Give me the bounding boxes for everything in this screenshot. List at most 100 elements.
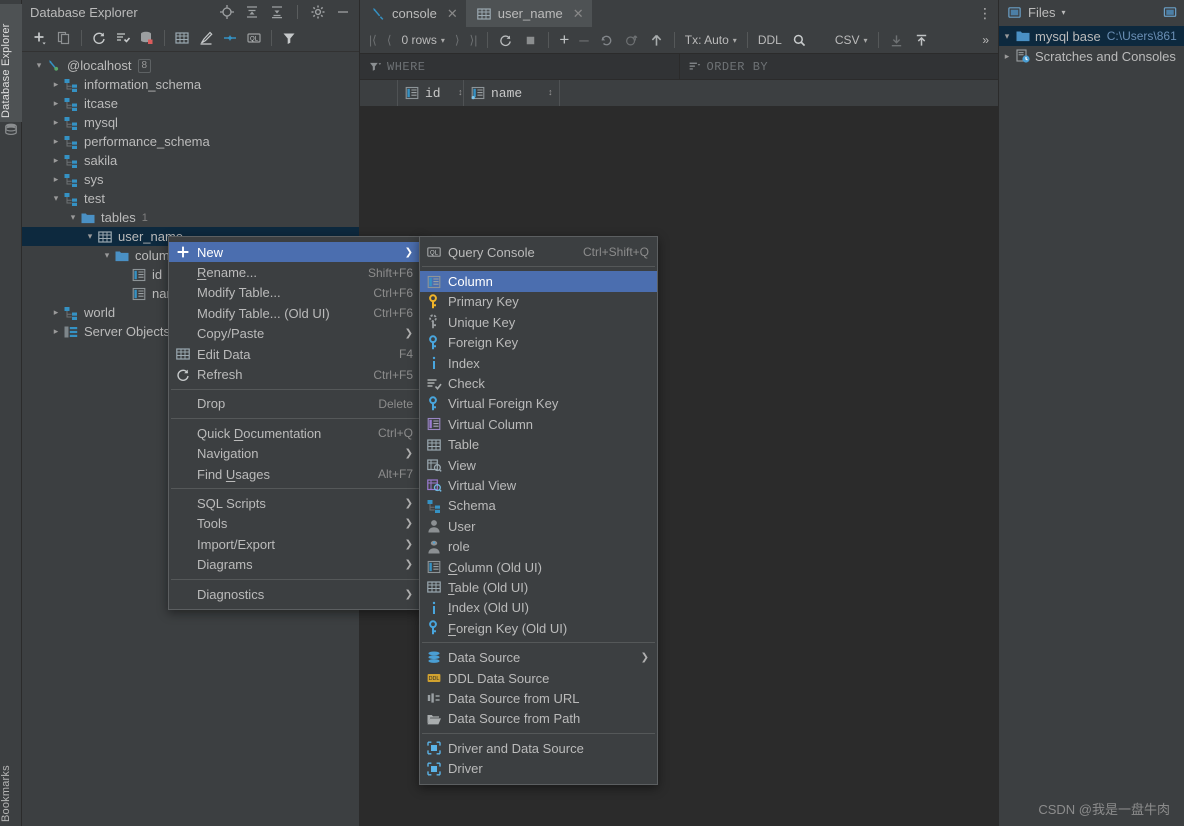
order-by-input[interactable]: ORDER BY xyxy=(680,54,999,79)
menu-item-virtual-column[interactable]: Virtual Column xyxy=(420,414,657,434)
chevron-right-icon[interactable]: ▸ xyxy=(49,303,63,322)
menu-item-user[interactable]: User xyxy=(420,516,657,536)
chevron-right-icon[interactable]: ▸ xyxy=(49,75,63,94)
chevron-down-icon[interactable]: ▾ xyxy=(83,227,97,246)
menu-item-check[interactable]: Check xyxy=(420,373,657,393)
menu-item-driver[interactable]: Driver xyxy=(420,758,657,778)
add-icon[interactable] xyxy=(28,27,52,49)
grid-column-header-id[interactable]: id ↕ xyxy=(398,80,464,106)
run-sql-icon[interactable] xyxy=(111,27,135,49)
prev-page-button[interactable]: ⟨ xyxy=(382,29,397,51)
tool-window-button-database-explorer[interactable]: Database Explorer xyxy=(0,4,22,122)
menu-item-modify-table-[interactable]: Modify Table... Ctrl+F6 xyxy=(169,283,421,303)
menu-item-import-export[interactable]: Import/Export ❯ xyxy=(169,534,421,554)
sync-icon[interactable] xyxy=(218,27,242,49)
editor-tab-console[interactable]: console ✕ xyxy=(360,0,466,27)
row-count-dropdown[interactable]: 0 rows ▾ xyxy=(397,29,450,51)
tree-node-test[interactable]: ▾ test xyxy=(22,189,359,208)
editor-tab-user_name[interactable]: user_name ✕ xyxy=(465,0,592,27)
export-format-dropdown[interactable]: CSV ▾ xyxy=(830,29,873,51)
sort-indicator-icon[interactable]: ↕ xyxy=(446,88,463,98)
tree-node-mysql[interactable]: ▸ mysql xyxy=(22,113,359,132)
chevron-right-icon[interactable]: ▸ xyxy=(49,132,63,151)
query-console-icon[interactable]: QL xyxy=(242,27,266,49)
minimize-icon[interactable] xyxy=(335,4,351,20)
chevron-down-icon[interactable]: ▾ xyxy=(1061,8,1065,17)
close-icon[interactable]: ✕ xyxy=(447,6,458,22)
close-icon[interactable]: ✕ xyxy=(573,6,584,22)
menu-item-navigation[interactable]: Navigation ❯ xyxy=(169,444,421,464)
tool-window-button-bookmarks[interactable]: Bookmarks xyxy=(0,736,22,822)
database-stop-icon[interactable] xyxy=(135,27,159,49)
menu-item-quick-documentation[interactable]: Quick Documentation Ctrl+Q xyxy=(169,423,421,443)
tree-node--localhost[interactable]: ▾ @localhost 8 xyxy=(22,56,359,75)
menu-item-role[interactable]: role xyxy=(420,536,657,556)
menu-item-rename-[interactable]: Rename... Shift+F6 xyxy=(169,262,421,282)
window-icon[interactable] xyxy=(1163,5,1178,20)
where-filter-input[interactable]: WHERE xyxy=(360,54,680,79)
menu-item-unique-key[interactable]: Unique Key xyxy=(420,312,657,332)
menu-item-index-old-ui-[interactable]: Index (Old UI) xyxy=(420,598,657,618)
collapse-all-icon[interactable] xyxy=(269,4,285,20)
delete-row-button[interactable]: – xyxy=(574,29,593,51)
menu-item-column[interactable]: Column xyxy=(420,271,657,292)
sort-icon[interactable] xyxy=(688,60,701,73)
submit-icon[interactable] xyxy=(644,29,669,51)
menu-item-column-old-ui-[interactable]: Column (Old UI) xyxy=(420,557,657,577)
chevron-right-icon[interactable]: ▸ xyxy=(49,322,63,341)
menu-item-data-source[interactable]: Data Source ❯ xyxy=(420,647,657,667)
add-row-button[interactable]: + xyxy=(554,29,574,51)
chevron-right-icon[interactable]: ▸ xyxy=(49,170,63,189)
table-icon[interactable] xyxy=(170,27,194,49)
tree-node-sakila[interactable]: ▸ sakila xyxy=(22,151,359,170)
chevron-down-icon[interactable]: ▾ xyxy=(999,31,1015,42)
chevron-down-icon[interactable]: ▾ xyxy=(100,246,114,265)
files-tree-node-scratches-and-consoles[interactable]: ▸ Scratches and Consoles xyxy=(999,46,1184,66)
menu-item-table[interactable]: Table xyxy=(420,435,657,455)
tree-node-itcase[interactable]: ▸ itcase xyxy=(22,94,359,113)
last-page-button[interactable]: ⟩| xyxy=(465,29,483,51)
refresh-icon[interactable] xyxy=(87,27,111,49)
export-icon[interactable] xyxy=(884,29,909,51)
menu-item-foreign-key-old-ui-[interactable]: Foreign Key (Old UI) xyxy=(420,618,657,638)
menu-item-copy-paste[interactable]: Copy/Paste ❯ xyxy=(169,324,421,344)
menu-item-tools[interactable]: Tools ❯ xyxy=(169,514,421,534)
menu-item-virtual-view[interactable]: Virtual View xyxy=(420,475,657,495)
menu-item-foreign-key[interactable]: Foreign Key xyxy=(420,333,657,353)
chevron-right-icon[interactable]: ▸ xyxy=(49,113,63,132)
refresh-icon[interactable] xyxy=(493,29,518,51)
chevron-down-icon[interactable]: ▾ xyxy=(49,189,63,208)
tree-node-information-schema[interactable]: ▸ information_schema xyxy=(22,75,359,94)
grid-column-header-name[interactable]: name ↕ xyxy=(464,80,560,106)
import-icon[interactable] xyxy=(909,29,934,51)
chevron-right-icon[interactable]: ▸ xyxy=(49,151,63,170)
menu-item-data-source-from-url[interactable]: Data Source from URL xyxy=(420,688,657,708)
modify-icon[interactable] xyxy=(194,27,218,49)
search-icon[interactable] xyxy=(787,29,812,51)
menu-item-primary-key[interactable]: Primary Key xyxy=(420,292,657,312)
menu-item-sql-scripts[interactable]: SQL Scripts ❯ xyxy=(169,493,421,513)
menu-item-driver-and-data-source[interactable]: Driver and Data Source xyxy=(420,738,657,758)
filter-icon[interactable] xyxy=(368,60,381,73)
menu-item-table-old-ui-[interactable]: Table (Old UI) xyxy=(420,577,657,597)
menu-item-drop[interactable]: Drop Delete xyxy=(169,394,421,414)
menu-item-modify-table-old-ui-[interactable]: Modify Table... (Old UI) Ctrl+F6 xyxy=(169,303,421,323)
chevron-down-icon[interactable]: ▾ xyxy=(32,56,46,75)
toolbar-overflow-button[interactable]: » xyxy=(977,29,994,51)
revert-icon[interactable] xyxy=(594,29,619,51)
menu-item-schema[interactable]: Schema xyxy=(420,496,657,516)
copy-icon[interactable] xyxy=(52,27,76,49)
tree-node-tables[interactable]: ▾ tables 1 xyxy=(22,208,359,227)
menu-item-refresh[interactable]: Refresh Ctrl+F5 xyxy=(169,364,421,384)
menu-item-edit-data[interactable]: Edit Data F4 xyxy=(169,344,421,364)
locate-icon[interactable] xyxy=(219,4,235,20)
menu-item-find-usages[interactable]: Find Usages Alt+F7 xyxy=(169,464,421,484)
next-page-button[interactable]: ⟩ xyxy=(450,29,465,51)
menu-item-diagrams[interactable]: Diagrams ❯ xyxy=(169,554,421,574)
ddl-button[interactable]: DDL xyxy=(753,29,787,51)
menu-item-query-console[interactable]: QL Query Console Ctrl+Shift+Q xyxy=(420,242,657,262)
chevron-down-icon[interactable]: ▾ xyxy=(66,208,80,227)
menu-item-data-source-from-path[interactable]: Data Source from Path xyxy=(420,709,657,729)
tree-node-sys[interactable]: ▸ sys xyxy=(22,170,359,189)
menu-item-virtual-foreign-key[interactable]: Virtual Foreign Key xyxy=(420,394,657,414)
